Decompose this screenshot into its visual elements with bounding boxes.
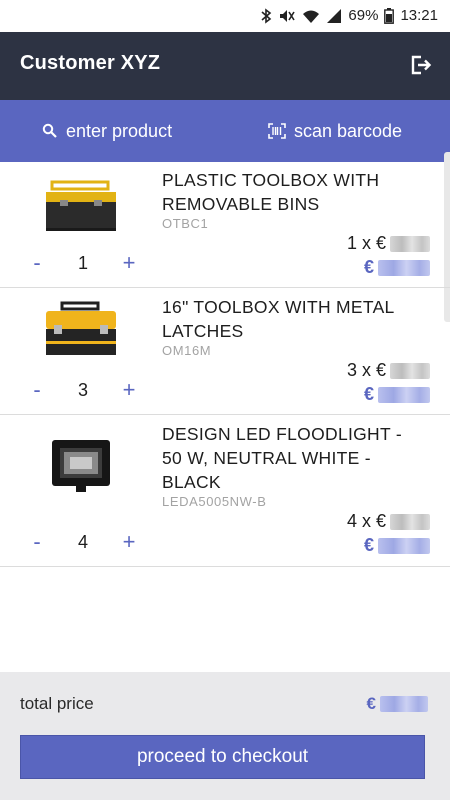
total-price-label: total price xyxy=(20,694,94,713)
unit-quantity-label: 3 x € xyxy=(346,360,386,380)
app-bar: Customer XYZ xyxy=(0,32,450,100)
enter-product-button[interactable]: enter product xyxy=(42,100,172,162)
enter-product-label: enter product xyxy=(66,120,173,141)
action-bar: enter product scan barcode xyxy=(0,100,450,162)
increase-quantity-button[interactable]: + xyxy=(118,250,140,276)
cart-item: 16" TOOLBOX WITH METAL LATCHES OM16M - 3… xyxy=(0,289,450,415)
cart-item: DESIGN LED FLOODLIGHT - 50 W, NEUTRAL WH… xyxy=(0,416,450,567)
wifi-icon xyxy=(302,8,320,24)
decrease-quantity-button[interactable]: - xyxy=(26,377,48,403)
product-image xyxy=(40,178,122,238)
product-name: PLASTIC TOOLBOX WITH REMOVABLE BINS xyxy=(162,170,380,214)
unit-price: 1 x € xyxy=(347,233,430,254)
barcode-icon xyxy=(268,123,286,139)
checkout-button[interactable]: proceed to checkout xyxy=(20,735,425,779)
logout-icon xyxy=(411,55,432,75)
scan-barcode-button[interactable]: scan barcode xyxy=(268,100,402,162)
battery-percent: 69% xyxy=(348,7,379,24)
line-total: € xyxy=(364,257,430,278)
unit-price: 4 x € xyxy=(347,511,430,532)
search-icon xyxy=(42,123,57,138)
status-bar: 69% 13:21 xyxy=(0,0,450,32)
currency-symbol: € xyxy=(363,535,374,555)
quantity-value: 4 xyxy=(77,531,88,552)
blurred-total xyxy=(378,259,430,276)
product-name: 16" TOOLBOX WITH METAL LATCHES xyxy=(162,297,394,341)
clock: 13:21 xyxy=(400,7,438,24)
cart-footer: total price € proceed to checkout xyxy=(0,672,450,800)
bluetooth-icon xyxy=(260,7,272,24)
scan-barcode-label: scan barcode xyxy=(294,120,403,141)
quantity-value: 1 xyxy=(77,252,88,273)
line-total: € xyxy=(364,384,430,405)
product-sku: OM16M xyxy=(162,343,212,358)
total-price-value: € xyxy=(367,694,428,714)
blurred-total xyxy=(380,696,428,712)
blurred-price xyxy=(390,235,430,252)
unit-quantity-label: 1 x € xyxy=(346,233,386,253)
decrease-quantity-button[interactable]: - xyxy=(26,250,48,276)
mute-icon xyxy=(278,8,296,24)
quantity-stepper: - 1 + xyxy=(26,249,146,277)
unit-price: 3 x € xyxy=(347,360,430,381)
product-name: DESIGN LED FLOODLIGHT - 50 W, NEUTRAL WH… xyxy=(162,424,402,492)
logout-button[interactable] xyxy=(408,53,432,77)
product-sku: LEDA5005NW-B xyxy=(162,494,267,509)
blurred-total xyxy=(378,386,430,403)
blurred-total xyxy=(378,537,430,554)
currency-symbol: € xyxy=(363,257,374,277)
decrease-quantity-button[interactable]: - xyxy=(26,529,48,555)
page-title: Customer XYZ xyxy=(20,52,161,74)
battery-icon xyxy=(384,7,395,24)
quantity-value: 3 xyxy=(77,379,88,400)
currency-symbol: € xyxy=(363,384,374,404)
blurred-price xyxy=(390,362,430,379)
quantity-stepper: - 3 + xyxy=(26,376,146,404)
signal-icon xyxy=(326,8,342,24)
increase-quantity-button[interactable]: + xyxy=(118,529,140,555)
blurred-price xyxy=(390,513,430,530)
unit-quantity-label: 4 x € xyxy=(346,511,386,531)
product-sku: OTBC1 xyxy=(162,216,209,231)
currency-symbol: € xyxy=(366,694,376,713)
cart-item: PLASTIC TOOLBOX WITH REMOVABLE BINS OTBC… xyxy=(0,162,450,288)
increase-quantity-button[interactable]: + xyxy=(118,377,140,403)
product-image xyxy=(40,301,122,361)
line-total: € xyxy=(364,535,430,556)
quantity-stepper: - 4 + xyxy=(26,528,146,556)
product-image xyxy=(40,436,122,496)
